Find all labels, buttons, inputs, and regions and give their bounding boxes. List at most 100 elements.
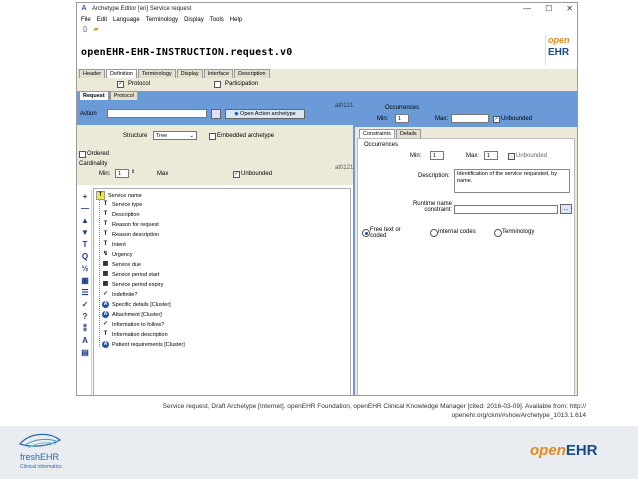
open-action-archetype-button[interactable]: ◆ Open Action archetype — [225, 109, 305, 119]
text-icon: T — [96, 191, 105, 200]
new-file-icon[interactable]: ▯ — [81, 26, 89, 34]
occurrences-unbounded-checkbox[interactable]: ✓ — [493, 116, 500, 123]
concept-id: openEHR-EHR-INSTRUCTION.request.v0 — [81, 47, 293, 58]
boolean-type-icon[interactable]: ✓ — [81, 300, 90, 310]
sub-tabs: Request Protocol — [79, 91, 139, 100]
terminology-radio[interactable] — [494, 229, 502, 237]
terminology-label: Terminology — [502, 229, 535, 235]
cardinality-min-spinner[interactable]: ⇕ — [131, 169, 135, 175]
tab-header[interactable]: Header — [79, 69, 106, 78]
free-text-label: Free text or coded — [370, 227, 401, 239]
tab-definition[interactable]: Definition — [106, 69, 137, 78]
cardinality-max-label: Max — [157, 171, 169, 177]
occurrences-max-input[interactable] — [451, 114, 489, 123]
any-type-icon[interactable]: ? — [81, 312, 90, 322]
occurrences-max-label: Max: — [435, 116, 449, 122]
move-down-icon[interactable]: ▼ — [81, 228, 90, 238]
tab-constraints[interactable]: Constraints — [359, 129, 395, 138]
slot-icon: A — [102, 301, 109, 308]
close-button[interactable]: ✕ — [566, 4, 573, 13]
text-icon: T — [103, 211, 108, 217]
structure-label: Structure — [123, 133, 148, 139]
text-type-icon[interactable]: T — [81, 240, 90, 250]
window-title: Archetype Editor [en] Service request — [92, 6, 192, 12]
text-icon: T — [103, 221, 108, 227]
main-tabs: Header Definition Terminology Display In… — [77, 69, 577, 78]
chevron-down-icon: ⌄ — [189, 133, 194, 139]
menu-file[interactable]: File — [81, 17, 91, 23]
node-toolbar: + — ▲ ▼ T Q ½ ▦ ☰ ✓ ? ⁑ A ▤ — [79, 190, 92, 395]
menu-edit[interactable]: Edit — [97, 17, 107, 23]
tree-node[interactable]: ▦ Service period start — [102, 271, 160, 278]
ordered-checkbox[interactable] — [79, 151, 86, 158]
constraint-max-input[interactable]: 1 — [484, 151, 498, 160]
tree-node[interactable]: T Service type — [102, 201, 143, 208]
cluster-type-icon[interactable]: ▤ — [81, 348, 90, 358]
constraint-unbounded-checkbox[interactable] — [508, 153, 515, 160]
datetime-icon: ▦ — [102, 261, 109, 267]
text-icon: T — [103, 331, 108, 337]
tree-node[interactable]: T Service name — [96, 191, 142, 200]
toolbar: ▯ ▰ — [77, 25, 577, 35]
tree-node[interactable]: ▦ Service due — [102, 261, 141, 268]
tab-terminology[interactable]: Terminology — [137, 69, 176, 78]
menu-tools[interactable]: Tools — [210, 17, 224, 23]
participation-checkbox[interactable] — [214, 80, 222, 88]
move-up-icon[interactable]: ▲ — [81, 216, 90, 226]
slot-icon: A — [102, 341, 109, 348]
tree-node[interactable]: ▦ Service period expiry — [102, 281, 164, 288]
app-icon: A — [81, 5, 87, 12]
runtime-name-browse-button[interactable]: ... — [560, 204, 572, 214]
tab-protocol[interactable]: Protocol — [109, 91, 138, 100]
tree-node[interactable]: ✓ Information to follow? — [102, 321, 164, 328]
text-icon: T — [103, 241, 108, 247]
tree-node[interactable]: A Attachment [Cluster] — [102, 311, 162, 318]
datetime-type-icon[interactable]: ▦ — [81, 276, 90, 286]
tree-node[interactable]: A Specific details [Cluster] — [102, 301, 171, 308]
quantity-type-icon[interactable]: Q — [81, 252, 90, 262]
minimize-button[interactable]: — — [523, 4, 531, 13]
cardinality-min-input[interactable]: 1 — [115, 169, 129, 178]
boolean-icon: ✓ — [102, 321, 109, 327]
free-text-radio[interactable] — [362, 229, 370, 237]
tree-node[interactable]: T Reason description — [102, 231, 159, 238]
slot-type-icon[interactable]: A — [81, 336, 90, 346]
tree-node[interactable]: ✓ Indefinite? — [102, 291, 137, 298]
ordered-label: Ordered — [87, 151, 110, 157]
tree-node[interactable]: ↯ Urgency — [102, 251, 133, 258]
action-small-button[interactable] — [211, 109, 221, 119]
multimedia-type-icon[interactable]: ⁑ — [81, 324, 90, 334]
tab-request[interactable]: Request — [79, 91, 109, 100]
archetype-editor-window: A Archetype Editor [en] Service request … — [76, 2, 578, 396]
protocol-checkbox[interactable]: ✓ — [117, 80, 124, 88]
cardinality-unbounded-checkbox[interactable]: ✓ — [233, 171, 240, 178]
action-input[interactable] — [107, 109, 207, 118]
tree-node[interactable]: A Patient requirements [Cluster] — [102, 341, 185, 348]
occurrences-min-input[interactable]: 1 — [395, 114, 409, 123]
description-label: Description: — [418, 173, 450, 179]
tree-node[interactable]: T Intent — [102, 241, 126, 248]
list-type-icon[interactable]: ☰ — [81, 288, 90, 298]
tree-node[interactable]: T Information description — [102, 331, 168, 338]
constraint-min-input[interactable]: 1 — [430, 151, 444, 160]
tab-details[interactable]: Details — [395, 129, 421, 138]
description-textarea[interactable]: Identification of the service requested,… — [454, 169, 570, 193]
menu-help[interactable]: Help — [230, 17, 242, 23]
tab-description[interactable]: Description — [234, 69, 270, 78]
open-folder-icon[interactable]: ▰ — [92, 26, 100, 34]
tab-interface[interactable]: Interface — [203, 69, 234, 78]
runtime-name-input[interactable] — [454, 205, 558, 214]
menu-language[interactable]: Language — [113, 17, 140, 23]
tab-display[interactable]: Display — [176, 69, 203, 78]
menu-terminology[interactable]: Terminology — [146, 17, 178, 23]
remove-icon[interactable]: — — [81, 204, 90, 214]
menu-display[interactable]: Display — [184, 17, 204, 23]
embedded-archetype-checkbox[interactable] — [209, 133, 216, 140]
internal-codes-radio[interactable] — [430, 229, 438, 237]
maximize-button[interactable]: ☐ — [545, 4, 552, 13]
proportion-type-icon[interactable]: ½ — [81, 264, 90, 274]
add-icon[interactable]: + — [81, 192, 90, 202]
tree-node[interactable]: T Reason for request — [102, 221, 159, 228]
structure-select[interactable]: Tree ⌄ — [153, 131, 197, 140]
tree-node[interactable]: T Description — [102, 211, 140, 218]
